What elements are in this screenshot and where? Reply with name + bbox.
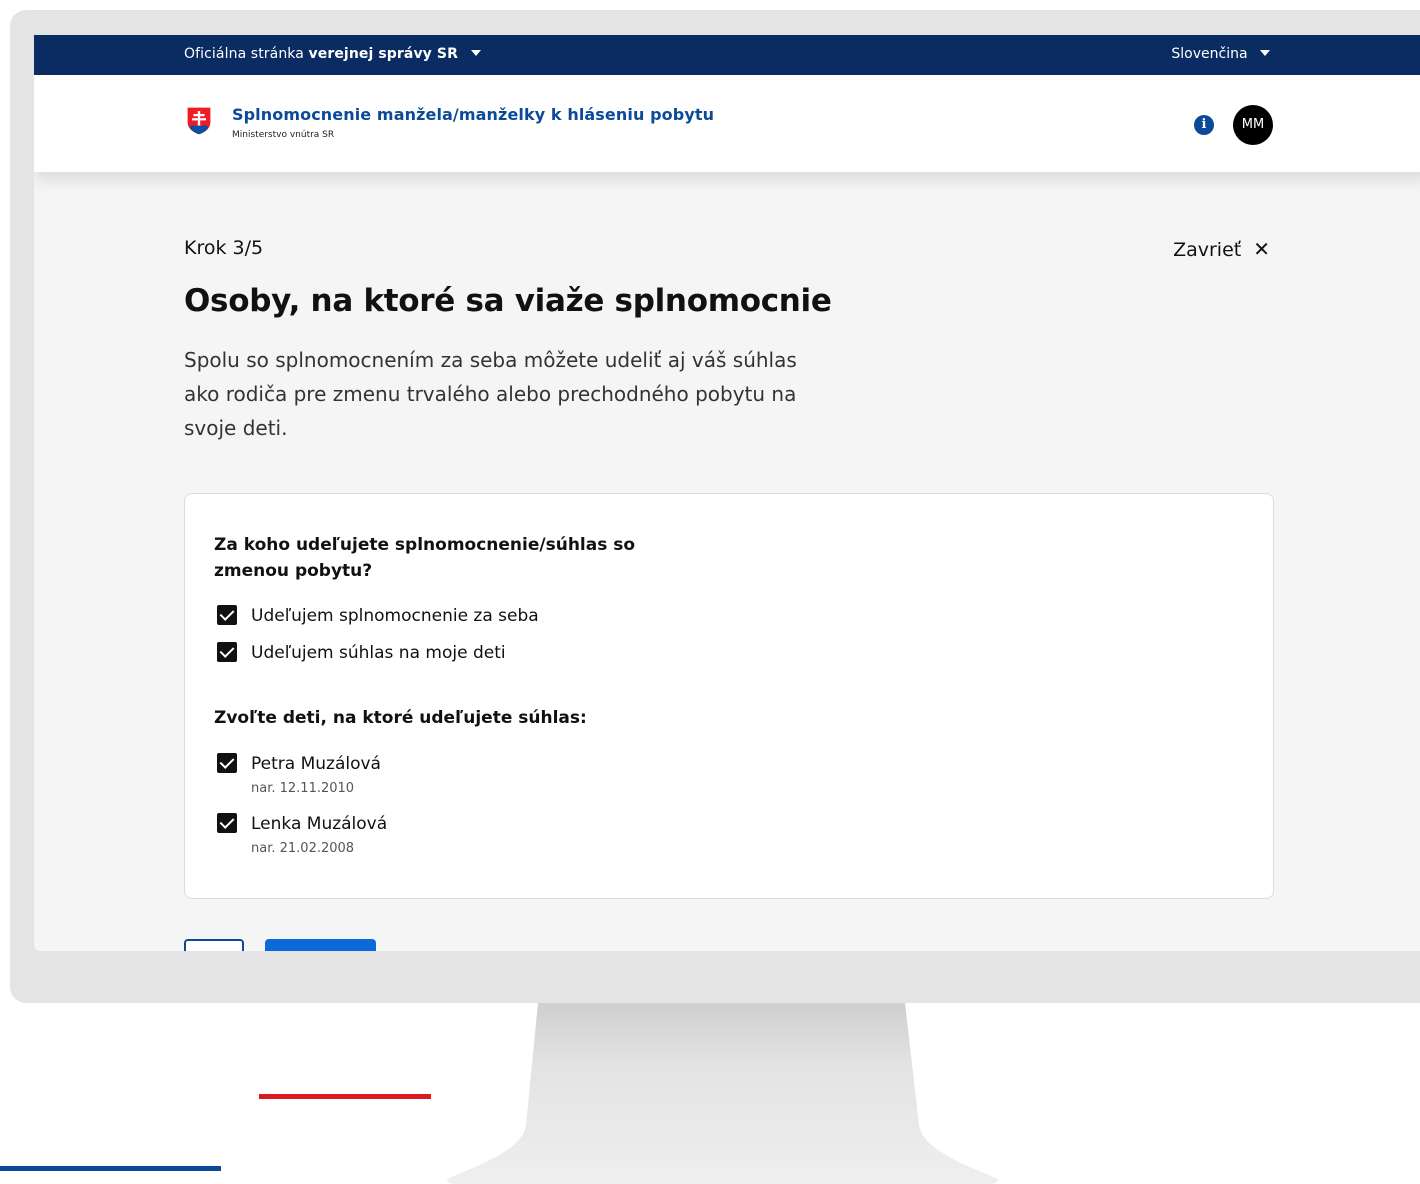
checkbox-label: Udeľujem súhlas na moje deti — [251, 643, 506, 663]
app-subtitle: Ministerstvo vnútra SR — [232, 130, 335, 140]
checkbox-checked-icon[interactable] — [217, 753, 237, 773]
back-button[interactable] — [184, 939, 244, 951]
official-site-label: Oficiálna stránka — [184, 46, 304, 62]
screen: Oficiálna stránka verejnej správy SR Slo… — [34, 35, 1420, 951]
language-label: Slovenčina — [1171, 46, 1248, 62]
accent-line-red — [259, 1094, 431, 1099]
official-site-toggle[interactable]: Oficiálna stránka verejnej správy SR — [184, 46, 481, 62]
monitor-frame: Oficiálna stránka verejnej správy SR Slo… — [10, 10, 1420, 1003]
monitor-stand — [447, 1003, 998, 1184]
caret-down-icon — [1260, 50, 1270, 56]
official-site-label-strong: verejnej správy SR — [308, 46, 458, 62]
child-dob: nar. 21.02.2008 — [251, 841, 355, 856]
close-icon: ✕ — [1253, 237, 1270, 261]
app-header: Splnomocnenie manžela/manželky k hláseni… — [34, 75, 1420, 172]
language-selector[interactable]: Slovenčina — [1171, 46, 1270, 62]
gov-top-bar: Oficiálna stránka verejnej správy SR Slo… — [34, 35, 1420, 75]
accent-line-blue — [0, 1166, 221, 1171]
close-label: Zavrieť — [1173, 239, 1242, 261]
step-indicator: Krok 3/5 — [184, 237, 264, 259]
caret-down-icon — [470, 50, 481, 56]
user-avatar[interactable]: MM — [1233, 105, 1273, 145]
checkbox-checked-icon[interactable] — [217, 642, 237, 662]
checkbox-label: Udeľujem splnomocnenie za seba — [251, 606, 539, 626]
form-card: Za koho udeľujete splnomocnenie/súhlas s… — [184, 493, 1274, 899]
child-dob: nar. 12.11.2010 — [251, 781, 355, 796]
app-title: Splnomocnenie manžela/manželky k hláseni… — [232, 105, 715, 124]
checkbox-self[interactable]: Udeľujem splnomocnenie za seba — [217, 605, 539, 626]
checkbox-children[interactable]: Udeľujem súhlas na moje deti — [217, 642, 506, 663]
checkbox-checked-icon[interactable] — [217, 605, 237, 625]
continue-button[interactable] — [265, 939, 376, 951]
question-heading: Za koho udeľujete splnomocnenie/súhlas s… — [214, 535, 636, 581]
checkbox-child-lenka[interactable]: Lenka Muzálová — [217, 813, 387, 834]
checkbox-child-petra[interactable]: Petra Muzálová — [217, 753, 381, 774]
info-icon[interactable]: i — [1194, 115, 1214, 135]
slovak-coat-of-arms-icon — [186, 106, 212, 136]
child-name: Lenka Muzálová — [251, 814, 388, 834]
child-name: Petra Muzálová — [251, 754, 381, 774]
close-button[interactable]: Zavrieť ✕ — [1173, 237, 1270, 261]
page-title: Osoby, na ktoré sa viaže splnomocnie — [184, 283, 832, 319]
page-description: Spolu so splnomocnením za seba môžete ud… — [184, 348, 797, 440]
checkbox-checked-icon[interactable] — [217, 813, 237, 833]
children-question-heading: Zvoľte deti, na ktoré udeľujete súhlas: — [214, 708, 587, 728]
